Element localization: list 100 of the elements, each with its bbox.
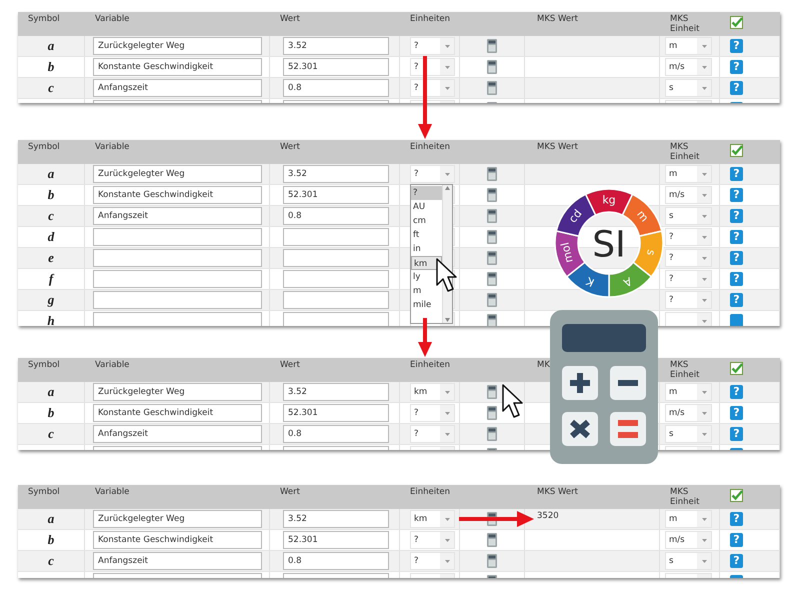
text-field[interactable]: Anfangszeit: [93, 207, 262, 225]
calculator-icon[interactable]: [487, 251, 497, 265]
help-button[interactable]: ?: [730, 251, 743, 265]
text-field[interactable]: 3.52: [283, 510, 389, 528]
text-field[interactable]: 0.8: [283, 552, 389, 570]
text-field[interactable]: 52.301: [283, 186, 389, 204]
unit-select[interactable]: m: [665, 383, 712, 401]
calculator-icon[interactable]: [487, 533, 497, 547]
text-field[interactable]: Anfangszeit: [93, 425, 262, 443]
text-field[interactable]: 52.301: [283, 531, 389, 549]
calculator-icon[interactable]: [487, 293, 497, 307]
calculator-icon[interactable]: [487, 167, 497, 181]
unit-select[interactable]: s: [665, 207, 712, 225]
checkbox[interactable]: [730, 362, 743, 375]
calculator-icon[interactable]: [487, 427, 497, 441]
unit-label: mol: [558, 241, 576, 264]
calculator-icon[interactable]: [487, 385, 497, 399]
text-field[interactable]: Zurückgelegter Weg: [93, 510, 262, 528]
unit-select[interactable]: m: [665, 510, 712, 528]
text-field[interactable]: 3.52: [283, 165, 389, 183]
unit-select[interactable]: ?: [410, 404, 455, 422]
dropdown-option[interactable]: mile: [411, 298, 442, 312]
text-field[interactable]: 3.52: [283, 383, 389, 401]
symbol-label: b: [48, 405, 54, 421]
calculator-icon[interactable]: [487, 406, 497, 420]
checkbox[interactable]: [730, 16, 743, 29]
calculator-icon[interactable]: [487, 209, 497, 223]
help-button[interactable]: ?: [730, 385, 743, 399]
checkbox[interactable]: [730, 144, 743, 157]
unit-select[interactable]: m/s: [665, 531, 712, 549]
column-header: MKS Wert: [537, 487, 578, 497]
dropdown-option[interactable]: m: [411, 284, 442, 298]
help-button[interactable]: ?: [730, 293, 743, 307]
unit-select[interactable]: s: [665, 425, 712, 443]
help-button[interactable]: ?: [730, 188, 743, 202]
unit-select[interactable]: m/s: [665, 404, 712, 422]
unit-select[interactable]: m: [665, 165, 712, 183]
unit-select[interactable]: ?: [665, 291, 712, 309]
unit-select[interactable]: ?: [410, 165, 455, 183]
unit-select[interactable]: km: [410, 510, 455, 528]
unit-select[interactable]: ?: [410, 58, 455, 76]
unit-select[interactable]: ?: [410, 79, 455, 97]
text-field[interactable]: Konstante Geschwindigkeit: [93, 58, 262, 76]
text-field[interactable]: 3.52: [283, 37, 389, 55]
text-field[interactable]: 52.301: [283, 58, 389, 76]
dropdown-option[interactable]: ft: [411, 228, 442, 242]
unit-select[interactable]: ?: [410, 552, 455, 570]
unit-select[interactable]: ?: [665, 249, 712, 267]
text-field[interactable]: 0.8: [283, 425, 389, 443]
calculator-icon[interactable]: [487, 188, 497, 202]
calculator-icon[interactable]: [487, 554, 497, 568]
dropdown-option[interactable]: AU: [411, 200, 442, 214]
dropdown-option[interactable]: ?: [411, 186, 442, 200]
unit-select[interactable]: s: [665, 79, 712, 97]
help-button[interactable]: ?: [730, 427, 743, 441]
calculator-icon[interactable]: [487, 272, 497, 286]
text-field[interactable]: Zurückgelegter Weg: [93, 383, 262, 401]
scroll-down-icon[interactable]: [444, 317, 451, 323]
text-field[interactable]: Konstante Geschwindigkeit: [93, 186, 262, 204]
unit-select[interactable]: s: [665, 552, 712, 570]
help-button[interactable]: ?: [730, 60, 743, 74]
text-field[interactable]: 52.301: [283, 404, 389, 422]
help-button[interactable]: ?: [730, 554, 743, 568]
unit-select[interactable]: ?: [410, 37, 455, 55]
help-button[interactable]: ?: [730, 230, 743, 244]
unit-select[interactable]: m/s: [665, 58, 712, 76]
calculator-icon[interactable]: [487, 39, 497, 53]
caret-icon: [444, 44, 450, 48]
unit-select[interactable]: ?: [410, 425, 455, 443]
unit-select[interactable]: ?: [410, 531, 455, 549]
help-button[interactable]: ?: [730, 167, 743, 181]
text-field[interactable]: Anfangszeit: [93, 79, 262, 97]
unit-select[interactable]: m/s: [665, 186, 712, 204]
help-button[interactable]: ?: [730, 81, 743, 95]
text-field[interactable]: Zurückgelegter Weg: [93, 165, 262, 183]
dropdown-option[interactable]: cm: [411, 214, 442, 228]
help-button[interactable]: ?: [730, 512, 743, 526]
text-field[interactable]: 0.8: [283, 207, 389, 225]
calculator-icon[interactable]: [487, 60, 497, 74]
unit-select[interactable]: ?: [665, 270, 712, 288]
unit-select[interactable]: ?: [665, 228, 712, 246]
text-field[interactable]: 0.8: [283, 79, 389, 97]
calculator-icon[interactable]: [487, 230, 497, 244]
calculator-icon[interactable]: [487, 81, 497, 95]
text-field[interactable]: Konstante Geschwindigkeit: [93, 404, 262, 422]
help-button[interactable]: ?: [730, 39, 743, 53]
checkbox[interactable]: [730, 489, 743, 502]
unit-select[interactable]: m: [665, 37, 712, 55]
text-field[interactable]: Konstante Geschwindigkeit: [93, 531, 262, 549]
text-field[interactable]: Zurückgelegter Weg: [93, 37, 262, 55]
column-header: Variable: [95, 142, 130, 152]
help-button[interactable]: ?: [730, 209, 743, 223]
symbol-label: h: [47, 313, 55, 326]
calculator-icon[interactable]: [487, 314, 497, 326]
dropdown-option[interactable]: in: [411, 242, 442, 256]
unit-select[interactable]: km: [410, 383, 455, 401]
help-button[interactable]: ?: [730, 406, 743, 420]
help-button[interactable]: ?: [730, 533, 743, 547]
help-button[interactable]: ?: [730, 272, 743, 286]
text-field[interactable]: Anfangszeit: [93, 552, 262, 570]
